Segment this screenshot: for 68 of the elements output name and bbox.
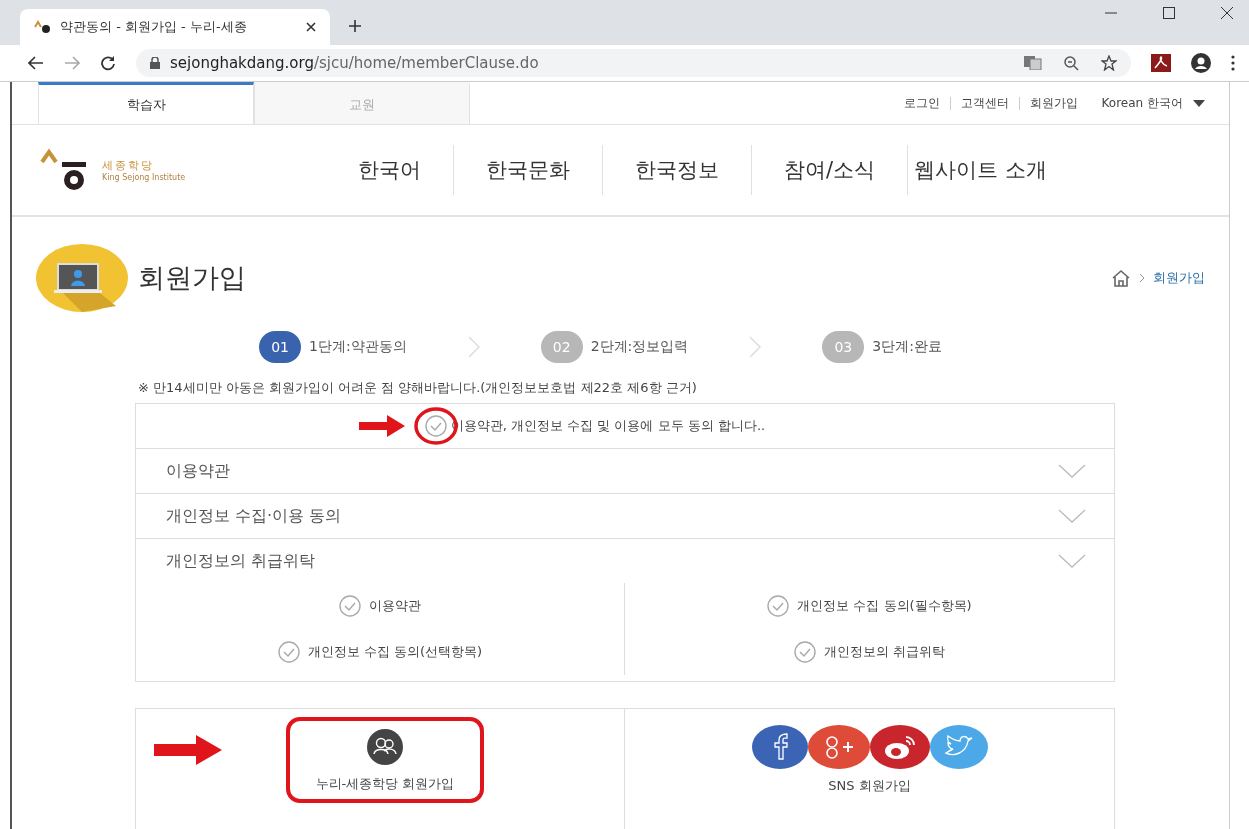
logo-text: 세종학당 bbox=[102, 158, 155, 173]
logo-subtitle: King Sejong Institute bbox=[102, 173, 186, 182]
page-title: 회원가입 bbox=[138, 261, 246, 295]
browser-tab[interactable]: 약관동의 - 회원가입 - 누리-세종 bbox=[20, 9, 330, 45]
close-icon[interactable] bbox=[1221, 6, 1233, 19]
star-icon[interactable] bbox=[1101, 55, 1117, 71]
consent-label[interactable]: 이용약관 bbox=[369, 597, 421, 615]
annotation-arrow bbox=[358, 415, 405, 437]
sns-join-label[interactable]: SNS 회원가입 bbox=[828, 777, 911, 795]
facebook-icon[interactable] bbox=[751, 725, 808, 769]
member-join-button[interactable]: 누리-세종학당 회원가입 bbox=[285, 717, 485, 803]
twitter-icon[interactable] bbox=[929, 725, 988, 769]
chevron-icon bbox=[466, 335, 481, 359]
nav-item[interactable]: 한국어 bbox=[326, 145, 453, 195]
terms-section[interactable]: 이용약관 bbox=[136, 449, 1114, 494]
step-number: 03 bbox=[822, 331, 865, 363]
consent-label[interactable]: 개인정보 수집 동의(선택항목) bbox=[307, 643, 483, 661]
step-number: 01 bbox=[259, 331, 302, 363]
step-label: 2단계:정보입력 bbox=[590, 338, 689, 356]
nav-item[interactable]: 참여/소식 bbox=[751, 145, 908, 195]
lock-icon bbox=[150, 57, 160, 69]
users-icon bbox=[367, 729, 403, 765]
header-link[interactable]: 고객센터 bbox=[960, 94, 1009, 112]
chevron-down-icon bbox=[1058, 554, 1086, 568]
menu-icon[interactable] bbox=[1231, 55, 1235, 71]
tab-title: 약관동의 - 회원가입 - 누리-세종 bbox=[60, 18, 248, 36]
back-icon[interactable] bbox=[28, 56, 44, 70]
address-field[interactable]: sejonghakdang.org/sjcu/home/memberClause.do bbox=[136, 49, 1131, 77]
caret-icon[interactable] bbox=[1193, 99, 1205, 107]
language-select[interactable]: Korean 한국어 bbox=[1101, 94, 1183, 112]
terms-section[interactable]: 개인정보 수집·이용 동의 bbox=[136, 494, 1114, 539]
close-icon[interactable] bbox=[306, 22, 316, 32]
home-icon[interactable] bbox=[1111, 269, 1131, 287]
nav-item[interactable]: 웹사이트 소개 bbox=[907, 145, 1079, 195]
chevron-down-icon bbox=[1058, 464, 1086, 478]
member-icon bbox=[36, 244, 128, 312]
logo-icon bbox=[34, 20, 52, 34]
breadcrumb-link[interactable]: 회원가입 bbox=[1153, 269, 1205, 287]
maximize-icon[interactable] bbox=[1163, 6, 1175, 19]
zoom-icon[interactable] bbox=[1064, 55, 1079, 71]
step-label: 1단계:약관동의 bbox=[309, 338, 407, 356]
step-number: 02 bbox=[540, 331, 583, 363]
consent-label[interactable]: 개인정보 수집 동의(필수항목) bbox=[797, 597, 972, 615]
check-circle-icon[interactable] bbox=[767, 595, 790, 617]
chevron-icon bbox=[1139, 273, 1145, 283]
terms-section[interactable]: 개인정보의 취급위탁 bbox=[136, 539, 1114, 583]
header-link[interactable]: 회원가입 bbox=[1029, 94, 1078, 112]
annotation-arrow bbox=[154, 735, 222, 765]
check-circle-icon[interactable] bbox=[424, 415, 447, 437]
profile-icon[interactable] bbox=[1191, 53, 1211, 73]
google-plus-icon[interactable] bbox=[807, 725, 870, 769]
notice-text: ※ 만14세미만 아동은 회원가입이 어려운 점 양해바랍니다.(개인정보보호법 제22호 제6항 근거) bbox=[138, 379, 698, 397]
header-link[interactable]: 로그인 bbox=[903, 94, 940, 112]
step-label: 3단계:완료 bbox=[872, 338, 942, 356]
check-circle-icon[interactable] bbox=[793, 641, 816, 663]
new-tab-icon[interactable] bbox=[348, 19, 362, 33]
check-circle-icon[interactable] bbox=[339, 595, 361, 617]
chevron-icon bbox=[748, 335, 763, 359]
reload-icon[interactable] bbox=[100, 55, 116, 71]
check-circle-icon[interactable] bbox=[277, 641, 300, 663]
translate-icon[interactable] bbox=[1024, 56, 1042, 70]
pdf-icon[interactable] bbox=[1151, 54, 1171, 72]
weibo-icon[interactable] bbox=[869, 725, 930, 769]
nav-item[interactable]: 한국문화 bbox=[453, 145, 602, 195]
consent-label[interactable]: 개인정보의 취급위탁 bbox=[823, 643, 946, 661]
user-type-tab[interactable]: 학습자 bbox=[38, 82, 254, 124]
chevron-down-icon bbox=[1058, 509, 1086, 523]
nav-item[interactable]: 한국정보 bbox=[602, 145, 751, 195]
